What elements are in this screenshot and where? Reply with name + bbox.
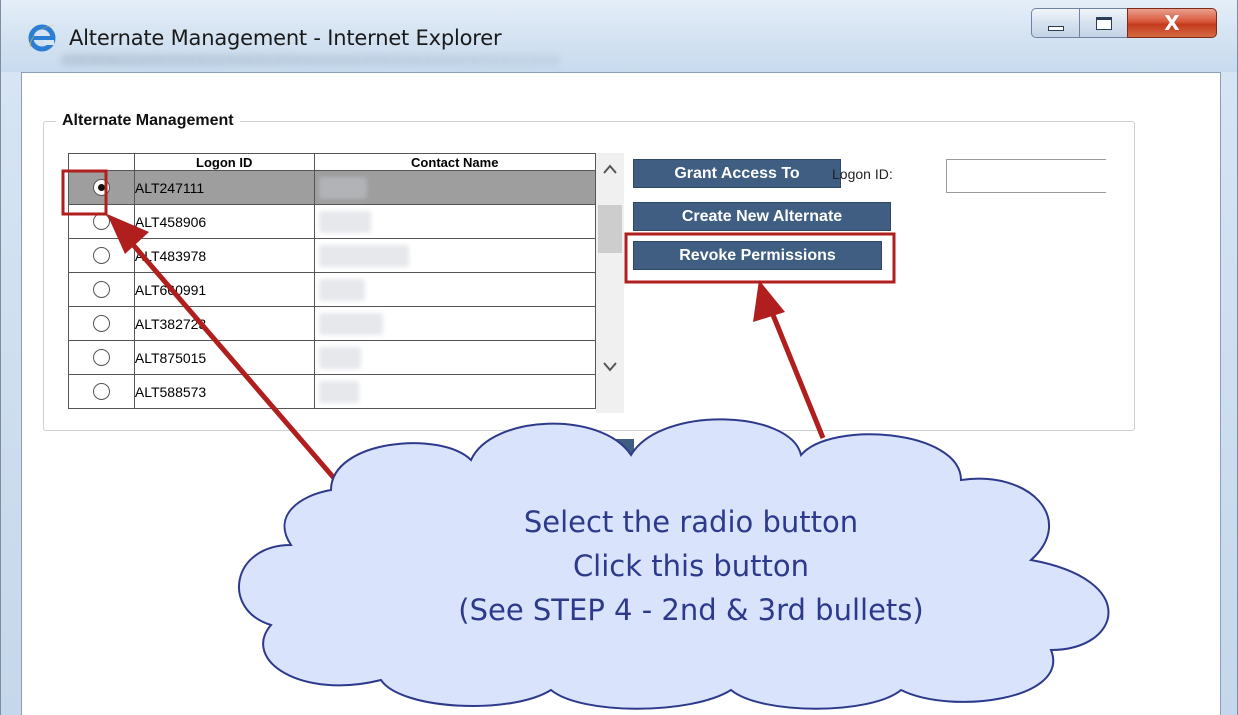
callout-text: Select the radio button Click this butto…	[331, 500, 1051, 632]
browser-window: Alternate Management - Internet Explorer…	[0, 0, 1238, 715]
callout-line-2: Click this button	[572, 549, 810, 583]
radio-highlight-box	[61, 169, 108, 216]
arrow-to-radio	[107, 214, 348, 494]
callout-line-3: (See STEP 4 - 2nd & 3rd bullets)	[458, 593, 924, 627]
callout-line-1: Select the radio button	[523, 505, 859, 539]
arrow-to-revoke	[753, 280, 826, 439]
revoke-highlight-box	[624, 232, 896, 284]
